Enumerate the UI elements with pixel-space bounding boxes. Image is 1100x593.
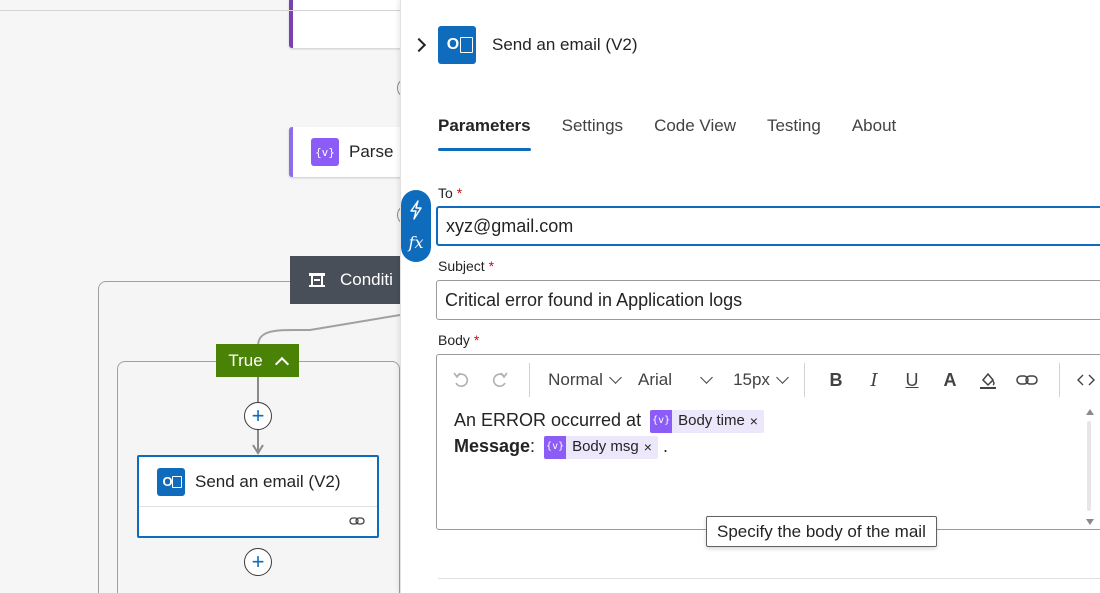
- to-label: To *: [438, 185, 462, 201]
- chevron-down-icon: [700, 371, 713, 384]
- variable-icon: {v}: [311, 138, 339, 166]
- true-branch-toggle[interactable]: True: [216, 344, 299, 377]
- section-divider: [438, 578, 1100, 579]
- undo-button[interactable]: [437, 365, 485, 395]
- body-tooltip: Specify the body of the mail: [706, 516, 937, 547]
- code-icon: [1077, 374, 1095, 386]
- chevron-down-icon: [609, 371, 622, 384]
- message-colon: :: [530, 436, 536, 456]
- font-dropdown[interactable]: Arial: [638, 365, 728, 395]
- italic-button[interactable]: I: [855, 365, 893, 395]
- panel-tabs: Parameters Settings Code View Testing Ab…: [438, 112, 927, 152]
- undo-icon: [453, 372, 469, 387]
- required-mark: *: [473, 332, 480, 348]
- link-icon: [1016, 375, 1038, 385]
- chevron-up-icon: [274, 356, 289, 371]
- font-size-dropdown[interactable]: 15px: [728, 365, 792, 395]
- highlight-icon: [980, 372, 996, 389]
- subject-label: Subject *: [438, 258, 494, 274]
- fx-icon[interactable]: fx: [409, 233, 424, 252]
- true-branch-label: True: [228, 350, 263, 370]
- condition-card[interactable]: Conditi: [290, 256, 400, 304]
- plus-icon: +: [251, 403, 265, 428]
- required-mark: *: [488, 258, 495, 274]
- token-label: Body msg: [572, 438, 639, 456]
- redo-icon: [492, 372, 508, 387]
- to-input[interactable]: xyz@gmail.com: [436, 206, 1100, 246]
- editor-scrollbar[interactable]: [1083, 405, 1095, 529]
- font-value: Arial: [638, 370, 673, 389]
- send-email-card[interactable]: O Send an email (V2): [137, 455, 379, 538]
- toolbar-separator: [1059, 363, 1060, 397]
- toolbar-separator: [529, 363, 530, 397]
- subject-input[interactable]: Critical error found in Application logs: [436, 280, 1100, 320]
- token-label: Body time: [678, 412, 745, 430]
- parse-json-card[interactable]: {v} Parse: [289, 127, 400, 177]
- expand-panel-button[interactable]: [401, 24, 437, 66]
- outlook-icon: O: [157, 467, 185, 496]
- body-line-1: An ERROR occurred at {v} Body time ×: [454, 407, 764, 433]
- panel-header: O Send an email (V2): [401, 24, 1100, 66]
- subject-label-text: Subject: [438, 258, 485, 274]
- condition-icon: [309, 273, 325, 287]
- variable-icon: {v}: [650, 409, 673, 433]
- tab-code-view[interactable]: Code View: [654, 112, 736, 152]
- tab-testing[interactable]: Testing: [767, 112, 821, 152]
- required-mark: *: [456, 185, 463, 201]
- body-text: An ERROR occurred at: [454, 410, 642, 430]
- code-view-button[interactable]: [1072, 365, 1100, 395]
- dynamic-token-body-msg[interactable]: {v} Body msg ×: [544, 434, 658, 460]
- highlight-button[interactable]: [969, 365, 1007, 395]
- body-content[interactable]: An ERROR occurred at {v} Body time × Mes…: [454, 407, 764, 459]
- previous-action-card[interactable]: [289, 0, 400, 48]
- dynamic-token-body-time[interactable]: {v} Body time ×: [650, 408, 764, 434]
- redo-button[interactable]: [485, 365, 515, 395]
- add-action-button[interactable]: +: [244, 402, 272, 430]
- tab-settings[interactable]: Settings: [562, 112, 623, 152]
- chevron-down-icon: [776, 371, 789, 384]
- lightning-icon[interactable]: [409, 200, 423, 220]
- scroll-thumb[interactable]: [1087, 421, 1091, 511]
- branch-connector: [257, 314, 400, 347]
- dynamic-content-pill: fx: [401, 190, 431, 262]
- link-icon: [349, 517, 365, 525]
- email-card-title: Send an email (V2): [195, 471, 341, 491]
- remove-token-button[interactable]: ×: [750, 408, 758, 434]
- font-size-value: 15px: [733, 370, 770, 389]
- editor-toolbar: Normal Arial 15px B I U A: [437, 355, 1100, 405]
- scroll-up-icon[interactable]: [1086, 409, 1094, 415]
- subject-value: Critical error found in Application logs: [445, 289, 743, 310]
- message-label: Message: [454, 436, 531, 456]
- bold-button[interactable]: B: [817, 365, 855, 395]
- condition-label: Conditi: [340, 270, 393, 289]
- scroll-down-icon[interactable]: [1086, 519, 1094, 525]
- outlook-icon: O: [438, 26, 476, 64]
- toolbar-separator: [804, 363, 805, 397]
- variable-icon: {v}: [544, 435, 567, 459]
- designer-canvas: {v} Parse Conditi True + O Send an email…: [0, 0, 400, 593]
- to-value: xyz@gmail.com: [446, 215, 574, 236]
- plus-icon: +: [251, 549, 265, 574]
- remove-token-button[interactable]: ×: [644, 434, 652, 460]
- body-label: Body *: [438, 332, 479, 348]
- body-text: .: [662, 436, 668, 456]
- body-editor[interactable]: Normal Arial 15px B I U A An ERROR occur…: [436, 354, 1100, 530]
- tab-about[interactable]: About: [852, 112, 896, 152]
- tab-parameters[interactable]: Parameters: [438, 112, 531, 152]
- font-color-button[interactable]: A: [931, 365, 969, 395]
- underline-button[interactable]: U: [893, 365, 931, 395]
- panel-title: Send an email (V2): [492, 35, 638, 54]
- add-action-button[interactable]: +: [244, 548, 272, 576]
- to-label-text: To: [438, 185, 453, 201]
- paragraph-style-value: Normal: [548, 370, 603, 389]
- chevron-right-icon: [411, 37, 427, 53]
- parse-card-label: Parse: [349, 142, 394, 161]
- body-label-text: Body: [438, 332, 470, 348]
- paragraph-style-dropdown[interactable]: Normal: [542, 365, 626, 395]
- body-line-2: Message: {v} Body msg × .: [454, 433, 764, 459]
- insert-link-button[interactable]: [1007, 365, 1047, 395]
